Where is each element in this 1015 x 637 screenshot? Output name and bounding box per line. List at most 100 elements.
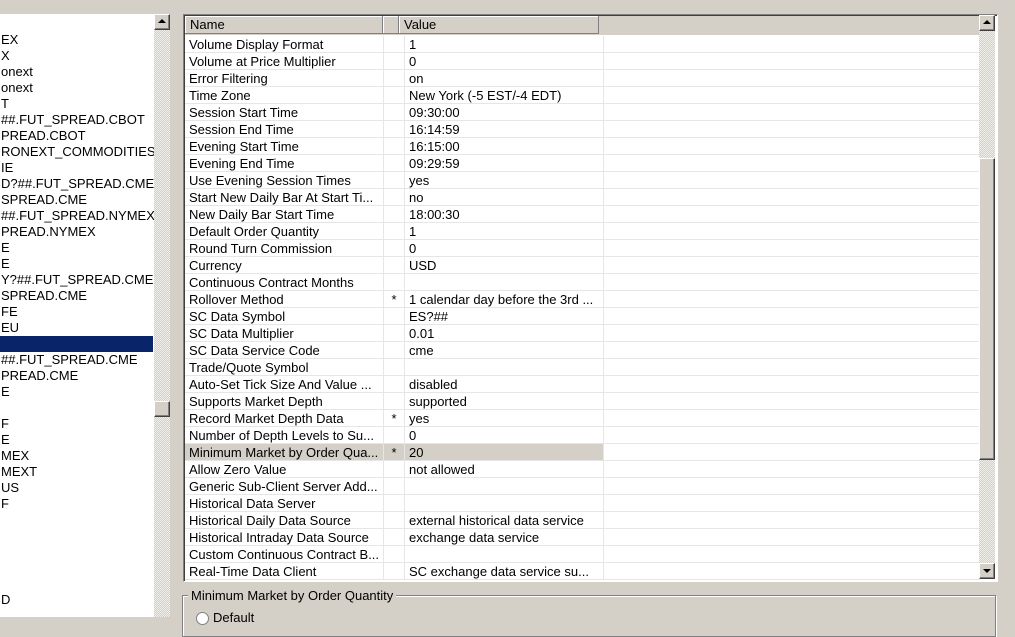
symbol-list-item[interactable]: US — [0, 480, 153, 496]
grid-cell-value[interactable]: 1 calendar day before the 3rd ... — [405, 291, 604, 308]
symbol-list-item[interactable]: EX — [0, 32, 153, 48]
grid-cell-value[interactable]: no — [405, 189, 604, 206]
grid-row[interactable]: New Daily Bar Start Time 18:00:30 — [185, 206, 980, 223]
grid-cell-value[interactable]: 0 — [405, 53, 604, 70]
grid-cell-value[interactable]: yes — [405, 172, 604, 189]
symbol-list-item[interactable]: D?##.FUT_SPREAD.CME — [0, 176, 154, 192]
grid-cell-value[interactable]: external historical data service — [405, 512, 604, 529]
symbol-list-item[interactable]: MEXT — [0, 464, 153, 480]
grid-row[interactable]: Allow Zero Value not allowed — [185, 461, 980, 478]
grid-row[interactable]: Continuous Contract Months — [185, 274, 980, 291]
grid-row[interactable]: Trade/Quote Symbol — [185, 359, 980, 376]
grid-scroll-up-button[interactable] — [979, 15, 995, 31]
radio-button-icon[interactable] — [196, 612, 209, 626]
symbol-list-item[interactable]: ##.FUT_SPREAD.CME — [0, 352, 153, 368]
grid-cell-value[interactable]: 18:00:30 — [405, 206, 604, 223]
grid-cell-value[interactable] — [405, 546, 604, 563]
grid-row[interactable]: Time Zone New York (-5 EST/-4 EDT) — [185, 87, 980, 104]
grid-row[interactable]: SC Data Service Code cme — [185, 342, 980, 359]
symbol-list-item[interactable]: PREAD.CME — [0, 368, 153, 384]
grid-cell-value[interactable] — [405, 495, 604, 512]
symbol-list-item[interactable]: E — [0, 256, 153, 272]
column-header-value[interactable]: Value — [399, 16, 599, 34]
grid-cell-value[interactable]: 1 — [405, 36, 604, 53]
grid-row[interactable]: Auto-Set Tick Size And Value ... disabled — [185, 376, 980, 393]
symbol-list-item[interactable]: PREAD.CBOT — [0, 128, 153, 144]
grid-row[interactable]: Real-Time Data Client SC exchange data se… — [185, 563, 980, 580]
grid-row[interactable]: SC Data Multiplier 0.01 — [185, 325, 980, 342]
grid-row[interactable]: Volume at Price Multiplier 0 — [185, 53, 980, 70]
grid-row[interactable]: Supports Market Depth supported — [185, 393, 980, 410]
grid-row[interactable]: Volume Display Format 1 — [185, 36, 980, 53]
grid-cell-value[interactable]: exchange data service — [405, 529, 604, 546]
symbol-list-item[interactable]: F — [0, 496, 153, 512]
grid-cell-value[interactable]: 09:30:00 — [405, 104, 604, 121]
grid-cell-value[interactable]: ES?## — [405, 308, 604, 325]
scroll-up-button[interactable] — [154, 14, 170, 30]
symbol-list-item[interactable]: ##.FUT_SPREAD.CBOT — [0, 112, 153, 128]
grid-row[interactable]: Evening Start Time 16:15:00 — [185, 138, 980, 155]
grid-row[interactable]: Error Filtering on — [185, 70, 980, 87]
grid-row[interactable]: Generic Sub-Client Server Add... — [185, 478, 980, 495]
grid-cell-value[interactable]: 1 — [405, 223, 604, 240]
symbol-list-item[interactable]: T — [0, 96, 153, 112]
symbol-list-item[interactable]: F — [0, 416, 153, 432]
grid-row[interactable]: Currency USD — [185, 257, 980, 274]
symbol-list-item[interactable]: MEX — [0, 448, 153, 464]
grid-cell-value[interactable]: 0.01 — [405, 325, 604, 342]
grid-cell-value[interactable]: New York (-5 EST/-4 EDT) — [405, 87, 604, 104]
symbol-list-item[interactable]: onext — [0, 64, 153, 80]
grid-cell-value[interactable]: supported — [405, 393, 604, 410]
column-header-name[interactable]: Name — [185, 16, 383, 34]
symbol-list-item[interactable] — [0, 400, 153, 416]
symbol-list-item[interactable]: E — [0, 432, 153, 448]
symbol-list-scrollbar[interactable] — [154, 14, 170, 617]
symbol-list-item[interactable]: Y?##.FUT_SPREAD.CME — [0, 272, 153, 288]
grid-scroll-thumb[interactable] — [979, 157, 995, 460]
grid-row[interactable]: SC Data Symbol ES?## — [185, 308, 980, 325]
grid-row[interactable]: Historical Daily Data Source external his… — [185, 512, 980, 529]
grid-row[interactable]: Session Start Time 09:30:00 — [185, 104, 980, 121]
symbol-list-item[interactable] — [0, 576, 153, 592]
grid-row[interactable]: Session End Time 16:14:59 — [185, 121, 980, 138]
symbol-list-item[interactable]: EU — [0, 320, 153, 336]
symbol-list-item[interactable]: E — [0, 384, 153, 400]
grid-row[interactable]: Minimum Market by Order Qua... * 20 — [185, 444, 980, 461]
grid-cell-value[interactable] — [405, 478, 604, 495]
grid-row[interactable]: Rollover Method * 1 calendar day before th… — [185, 291, 980, 308]
grid-row[interactable]: Start New Daily Bar At Start Ti... no — [185, 189, 980, 206]
symbol-list-item[interactable]: onext — [0, 80, 153, 96]
grid-cell-value[interactable]: disabled — [405, 376, 604, 393]
grid-cell-value[interactable]: SC exchange data service su... — [405, 563, 604, 580]
symbol-list-item[interactable]: SPREAD.CME — [0, 192, 153, 208]
grid-cell-value[interactable]: 20 — [405, 444, 604, 461]
grid-row[interactable]: Default Order Quantity 1 — [185, 223, 980, 240]
symbol-list-item[interactable]: ##.FUT_SPREAD.NYMEX — [0, 208, 154, 224]
symbol-list-item[interactable]: X — [0, 48, 153, 64]
radio-default[interactable]: Default — [196, 610, 254, 626]
grid-cell-value[interactable]: not allowed — [405, 461, 604, 478]
grid-cell-value[interactable]: 09:29:59 — [405, 155, 604, 172]
symbol-list-item[interactable]: IE — [0, 160, 153, 176]
grid-row[interactable]: Use Evening Session Times yes — [185, 172, 980, 189]
symbol-list-item[interactable]: PREAD.NYMEX — [0, 224, 153, 240]
symbol-list-item[interactable]: RONEXT_COMMODITIES — [0, 144, 154, 160]
grid-cell-value[interactable] — [405, 274, 604, 291]
grid-row[interactable]: Custom Continuous Contract B... — [185, 546, 980, 563]
symbol-list-item[interactable] — [0, 336, 153, 352]
grid-row[interactable]: Evening End Time 09:29:59 — [185, 155, 980, 172]
symbol-list-item[interactable]: SPREAD.CME — [0, 288, 153, 304]
symbol-list-item[interactable]: FE — [0, 304, 153, 320]
grid-cell-value[interactable]: 16:15:00 — [405, 138, 604, 155]
grid-row[interactable]: Round Turn Commission 0 — [185, 240, 980, 257]
grid-cell-value[interactable]: 0 — [405, 240, 604, 257]
symbol-list-scroll-thumb[interactable] — [154, 401, 170, 417]
grid-cell-value[interactable]: yes — [405, 410, 604, 427]
grid-row[interactable]: Historical Intraday Data Source exchange … — [185, 529, 980, 546]
grid-cell-value[interactable]: cme — [405, 342, 604, 359]
symbol-list[interactable]: EX Xonext onext T ##.FUT_SPREAD.CBOT PREAD.CB… — [0, 14, 154, 617]
symbol-list-item[interactable] — [0, 528, 153, 544]
grid-row[interactable]: Historical Data Server — [185, 495, 980, 512]
grid-row[interactable]: Record Market Depth Data * yes — [185, 410, 980, 427]
symbol-list-item[interactable]: D — [0, 592, 153, 608]
